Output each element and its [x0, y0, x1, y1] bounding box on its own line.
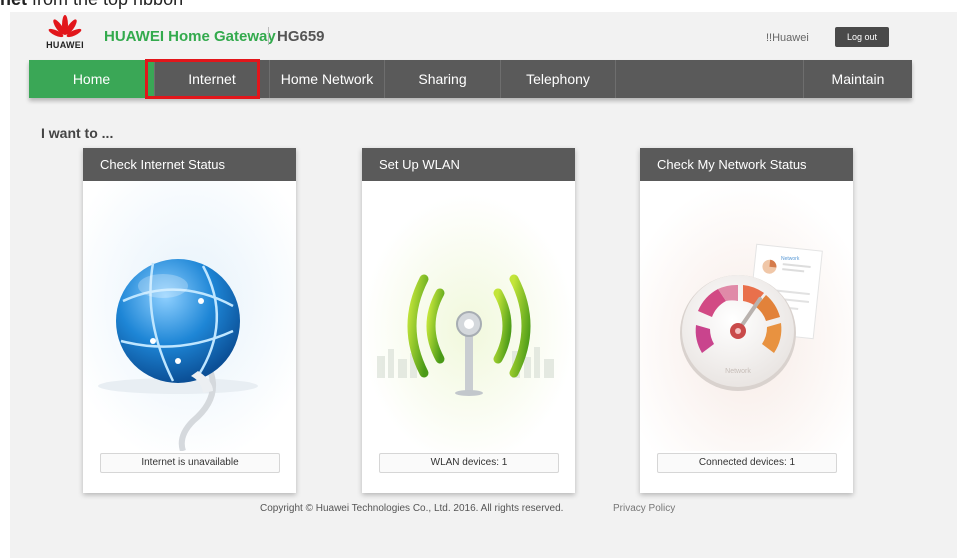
nav-home[interactable]: Home [29, 60, 155, 98]
instruction-caption: net from the top ribbon [0, 0, 183, 11]
gateway-page: HUAWEI HUAWEI Home Gateway HG659 !!Huawe… [10, 12, 957, 558]
nav-internet[interactable]: Internet [155, 60, 270, 98]
internet-status-text: Internet is unavailable [100, 453, 280, 473]
main-nav: Home Internet Home Network Sharing Telep… [29, 60, 912, 98]
model-name: HG659 [277, 28, 325, 45]
card-title: Set Up WLAN [362, 148, 575, 181]
card-title: Check My Network Status [640, 148, 853, 181]
card-setup-wlan[interactable]: Set Up WLAN WLAN devices: 1 [362, 148, 575, 493]
caption-text: from the top ribbon [27, 0, 183, 9]
nav-maintain[interactable]: Maintain [804, 60, 912, 98]
doc-network-label: Network [781, 256, 800, 262]
username: !!Huawei [766, 32, 809, 44]
header: HUAWEI HUAWEI Home Gateway HG659 !!Huawe… [10, 12, 957, 60]
caption-bold-text: net [0, 0, 27, 9]
card-illustration: Network Network [640, 181, 853, 451]
card-illustration [362, 181, 575, 451]
connected-devices-text: Connected devices: 1 [657, 453, 837, 473]
wlan-devices-text: WLAN devices: 1 [379, 453, 559, 473]
brand-title: HUAWEI Home Gateway [104, 28, 276, 45]
nav-home-network[interactable]: Home Network [270, 60, 385, 98]
nav-empty-slot [616, 60, 804, 98]
header-divider [268, 27, 269, 45]
card-illustration [83, 181, 296, 451]
copyright-text: Copyright © Huawei Technologies Co., Ltd… [260, 503, 564, 514]
gauge-network-label: Network [725, 368, 751, 375]
card-title: Check Internet Status [83, 148, 296, 181]
section-heading: I want to ... [41, 125, 114, 141]
nav-telephony[interactable]: Telephony [501, 60, 616, 98]
card-network-status[interactable]: Check My Network Status Network Network … [640, 148, 853, 493]
globe-icon [83, 181, 296, 451]
logo-text: HUAWEI [46, 40, 84, 50]
nav-sharing[interactable]: Sharing [385, 60, 501, 98]
wifi-antenna-icon [362, 181, 575, 451]
logout-button[interactable]: Log out [835, 27, 889, 47]
network-gauge-icon: Network Network [640, 181, 853, 451]
privacy-policy-link[interactable]: Privacy Policy [613, 503, 675, 514]
card-check-internet[interactable]: Check Internet Status Internet is unavai… [83, 148, 296, 493]
